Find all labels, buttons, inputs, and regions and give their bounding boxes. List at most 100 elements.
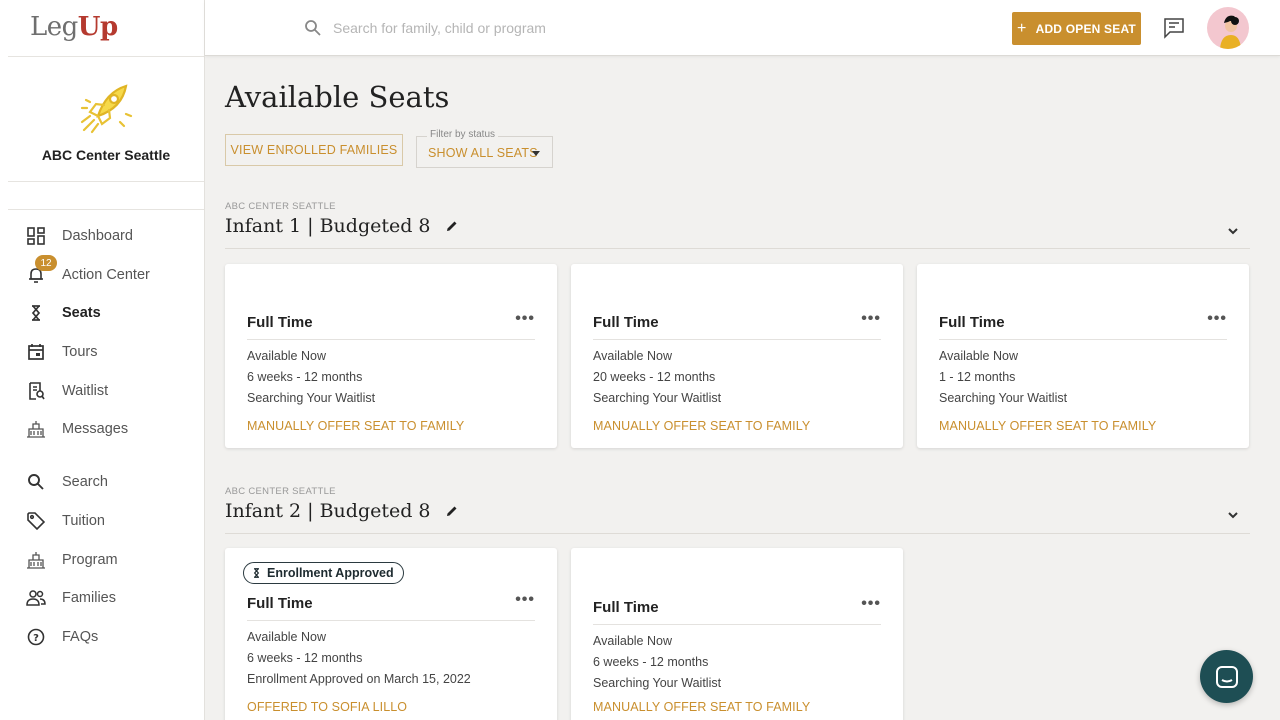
sidebar-item-label: Waitlist xyxy=(62,383,109,399)
card-title: Full Time xyxy=(247,595,313,612)
card-age-range: 1 - 12 months xyxy=(939,370,1016,384)
sidebar-item-label: Messages xyxy=(62,421,129,437)
seat-card[interactable]: Full Time ••• Available Now 6 weeks - 12… xyxy=(571,548,903,720)
legup-logo[interactable]: LegUp xyxy=(30,12,118,42)
caret-down-icon xyxy=(532,151,540,156)
search-input[interactable] xyxy=(333,14,753,42)
sidebar-item-faqs[interactable]: ? FAQs xyxy=(26,623,196,651)
sidebar-item-tours[interactable]: Tours xyxy=(26,338,196,366)
sidebar-item-program[interactable]: Program xyxy=(26,546,196,574)
sidebar-item-label: Program xyxy=(62,552,118,568)
sidebar-item-label: Tuition xyxy=(62,513,105,529)
sidebar-item-families[interactable]: Families xyxy=(26,584,196,612)
pencil-icon[interactable] xyxy=(445,219,459,233)
sidebar-item-search[interactable]: Search xyxy=(26,468,196,496)
sidebar-item-dashboard[interactable]: Dashboard xyxy=(26,222,196,250)
more-options-icon[interactable]: ••• xyxy=(515,591,535,609)
pencil-icon[interactable] xyxy=(445,504,459,518)
card-availability: Available Now xyxy=(247,630,326,644)
card-age-range: 20 weeks - 12 months xyxy=(593,370,716,384)
sidebar-divider xyxy=(8,181,204,182)
card-age-range: 6 weeks - 12 months xyxy=(247,651,363,665)
message-icon[interactable] xyxy=(1163,17,1185,39)
manually-offer-seat-link[interactable]: MANUALLY OFFER SEAT TO FAMILY xyxy=(593,419,810,433)
filter-value: SHOW ALL SEATS xyxy=(428,146,538,160)
more-options-icon[interactable]: ••• xyxy=(1207,310,1227,328)
card-title: Full Time xyxy=(939,314,1005,331)
filter-label: Filter by status xyxy=(427,129,499,140)
plus-icon: + xyxy=(1017,19,1027,37)
top-bar: + ADD OPEN SEAT xyxy=(205,0,1280,56)
offered-to-family-link[interactable]: OFFERED TO SOFIA LILLO xyxy=(247,700,407,714)
card-availability: Available Now xyxy=(593,634,672,648)
sidebar-divider xyxy=(8,209,204,210)
section-divider xyxy=(225,248,1250,249)
manually-offer-seat-link[interactable]: MANUALLY OFFER SEAT TO FAMILY xyxy=(939,419,1156,433)
section-subtitle: ABC CENTER SEATTLE xyxy=(225,486,336,497)
dashboard-icon xyxy=(26,226,46,246)
sidebar-item-waitlist[interactable]: Waitlist xyxy=(26,377,196,405)
sidebar-item-tuition[interactable]: Tuition xyxy=(26,507,196,535)
seat-card[interactable]: Full Time ••• Available Now 6 weeks - 12… xyxy=(225,264,557,448)
card-status-text: Searching Your Waitlist xyxy=(593,676,722,690)
search-icon xyxy=(26,472,46,492)
user-avatar[interactable] xyxy=(1207,7,1249,49)
card-availability: Available Now xyxy=(939,349,1018,363)
section-title: Infant 2 | Budgeted 8 xyxy=(225,500,459,522)
seat-card[interactable]: Enrollment Approved Full Time ••• Availa… xyxy=(225,548,557,720)
enrollment-approved-badge: Enrollment Approved xyxy=(243,562,404,584)
rocket-icon xyxy=(80,84,133,134)
add-open-seat-label: ADD OPEN SEAT xyxy=(1035,21,1136,36)
card-divider xyxy=(939,339,1227,340)
calendar-icon xyxy=(26,342,46,362)
card-status-text: Searching Your Waitlist xyxy=(593,391,722,405)
more-options-icon[interactable]: ••• xyxy=(515,310,535,328)
more-options-icon[interactable]: ••• xyxy=(861,595,881,613)
card-availability: Available Now xyxy=(593,349,672,363)
card-divider xyxy=(593,339,881,340)
add-open-seat-button[interactable]: + ADD OPEN SEAT xyxy=(1012,12,1141,45)
page-title: Available Seats xyxy=(225,80,450,114)
card-age-range: 6 weeks - 12 months xyxy=(247,370,363,384)
seat-card[interactable]: Full Time ••• Available Now 20 weeks - 1… xyxy=(571,264,903,448)
sidebar-item-label: Action Center xyxy=(62,267,150,283)
bell-icon: 12 xyxy=(26,255,57,285)
tag-icon xyxy=(26,511,46,531)
sidebar-item-messages[interactable]: Messages xyxy=(26,415,196,443)
card-age-range: 6 weeks - 12 months xyxy=(593,655,709,669)
chevron-down-icon[interactable] xyxy=(1226,224,1240,238)
building-icon xyxy=(26,419,46,439)
sidebar-item-label: Dashboard xyxy=(62,228,133,244)
card-divider xyxy=(247,339,535,340)
sidebar-item-label: Families xyxy=(62,590,116,606)
sidebar-item-seats[interactable]: Seats xyxy=(26,299,196,327)
sidebar-item-label: Tours xyxy=(62,344,98,360)
card-status-text: Enrollment Approved on March 15, 2022 xyxy=(247,672,471,686)
section-divider xyxy=(225,533,1250,534)
help-icon: ? xyxy=(26,627,46,647)
card-title: Full Time xyxy=(593,314,659,331)
view-enrolled-families-button[interactable]: VIEW ENROLLED FAMILIES xyxy=(225,134,403,166)
section-title-text: Infant 2 | Budgeted 8 xyxy=(225,500,431,522)
card-title: Full Time xyxy=(247,314,313,331)
sidebar-item-label: Seats xyxy=(62,305,101,321)
seat-icon xyxy=(26,303,46,323)
center-name: ABC Center Seattle xyxy=(41,147,171,163)
waitlist-icon xyxy=(26,381,46,401)
sidebar-item-action-center[interactable]: 12 Action Center xyxy=(26,255,196,289)
card-divider xyxy=(247,620,535,621)
section-title-text: Infant 1 | Budgeted 8 xyxy=(225,215,431,237)
building-icon xyxy=(26,550,46,570)
section-subtitle: ABC CENTER SEATTLE xyxy=(225,201,336,212)
chat-launcher-button[interactable] xyxy=(1200,650,1253,703)
action-center-badge: 12 xyxy=(35,255,57,271)
sidebar: LegUp ABC Center Seattle Dashboard 12 Ac… xyxy=(0,0,205,720)
manually-offer-seat-link[interactable]: MANUALLY OFFER SEAT TO FAMILY xyxy=(593,700,810,714)
logo-leg-text: Leg xyxy=(30,12,78,42)
manually-offer-seat-link[interactable]: MANUALLY OFFER SEAT TO FAMILY xyxy=(247,419,464,433)
search-icon xyxy=(305,20,321,36)
seat-card[interactable]: Full Time ••• Available Now 1 - 12 month… xyxy=(917,264,1249,448)
chevron-down-icon[interactable] xyxy=(1226,508,1240,522)
more-options-icon[interactable]: ••• xyxy=(861,310,881,328)
status-filter-select[interactable]: Filter by status SHOW ALL SEATS xyxy=(416,129,553,168)
